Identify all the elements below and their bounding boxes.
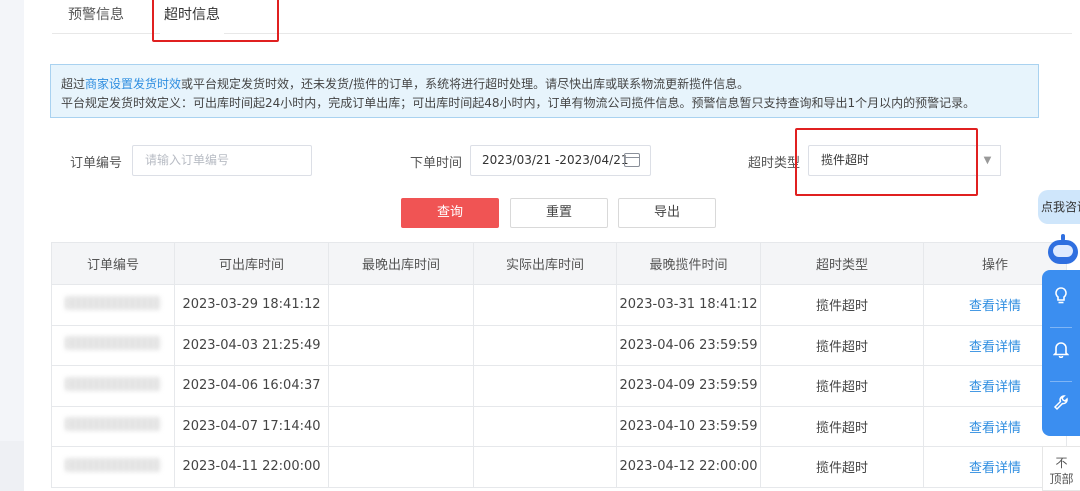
bell-icon[interactable] <box>1042 328 1080 378</box>
timeout-type-cell: 揽件超时 <box>760 405 924 447</box>
calendar-icon[interactable] <box>624 153 640 167</box>
latest-pickup-time-cell: 2023-04-06 23:59:59 <box>616 324 761 366</box>
order-no-cell <box>51 405 175 447</box>
table-row: 2023-04-03 21:25:49 2023-04-06 23:59:59 … <box>51 324 1067 366</box>
col-order-no: 订单编号 <box>51 242 175 285</box>
order-no-cell <box>51 365 175 407</box>
col-latest-pickup-time: 最晚揽件时间 <box>616 242 761 285</box>
shipping-timeliness-link[interactable]: 商家设置发货时效 <box>85 77 181 91</box>
timeout-type-select[interactable]: 揽件超时 <box>808 145 976 176</box>
available-time-cell: 2023-04-03 21:25:49 <box>174 324 329 366</box>
latest-out-time-cell <box>328 446 474 488</box>
tab-warning-info[interactable]: 预警信息 <box>68 0 124 34</box>
col-latest-out-time: 最晚出库时间 <box>328 242 474 285</box>
wrench-icon[interactable] <box>1042 382 1080 432</box>
export-button[interactable]: 导出 <box>618 198 716 228</box>
latest-out-time-cell <box>328 405 474 447</box>
timeout-type-cell: 揽件超时 <box>760 365 924 407</box>
order-no-cell <box>51 446 175 488</box>
back-to-top-button[interactable]: 不 顶部 <box>1042 446 1080 491</box>
timeout-type-label: 超时类型 <box>748 156 801 171</box>
reset-button[interactable]: 重置 <box>510 198 608 228</box>
timeout-type-cell: 揽件超时 <box>760 446 924 488</box>
latest-pickup-time-cell: 2023-04-10 23:59:59 <box>616 405 761 447</box>
tab-timeout-info[interactable]: 超时信息 <box>160 0 224 34</box>
timeout-orders-table: 订单编号 可出库时间 最晚出库时间 实际出库时间 最晚揽件时间 超时类型 操作 … <box>51 242 1067 488</box>
available-time-cell: 2023-04-07 17:14:40 <box>174 405 329 447</box>
actual-out-time-cell <box>473 284 617 326</box>
robot-assistant-icon[interactable] <box>1046 234 1080 266</box>
latest-out-time-cell <box>328 324 474 366</box>
latest-pickup-time-cell: 2023-04-09 23:59:59 <box>616 365 761 407</box>
redacted-order-no <box>65 417 161 432</box>
order-no-cell <box>51 324 175 366</box>
redacted-order-no <box>65 336 161 351</box>
order-no-label: 订单编号 <box>70 156 123 171</box>
chevron-down-icon[interactable]: ▼ <box>975 145 1001 176</box>
col-actual-out-time: 实际出库时间 <box>473 242 617 285</box>
redacted-order-no <box>65 295 161 310</box>
timeout-type-cell: 揽件超时 <box>760 284 924 326</box>
actual-out-time-cell <box>473 405 617 447</box>
redacted-order-no <box>65 457 161 472</box>
notice-line-1: 超过商家设置发货时效或平台规定发货时效，还未发货/揽件的订单，系统将进行超时处理… <box>61 75 1038 94</box>
available-time-cell: 2023-04-06 16:04:37 <box>174 365 329 407</box>
table-row: 2023-04-11 22:00:00 2023-04-12 22:00:00 … <box>51 446 1067 488</box>
tab-bar: 预警信息 超时信息 <box>52 0 1072 34</box>
col-available-time: 可出库时间 <box>174 242 329 285</box>
notice-line-2: 平台规定发货时效定义：可出库时间起24小时内，完成订单出库；可出库时间起48小时… <box>61 96 976 110</box>
latest-out-time-cell <box>328 365 474 407</box>
table-row: 2023-03-29 18:41:12 2023-03-31 18:41:12 … <box>51 284 1067 326</box>
actual-out-time-cell <box>473 365 617 407</box>
order-no-input[interactable]: 请输入订单编号 <box>132 145 312 176</box>
available-time-cell: 2023-04-11 22:00:00 <box>174 446 329 488</box>
robot-face <box>1053 245 1073 257</box>
side-tool-bar <box>1042 270 1080 436</box>
notice-banner: 超过商家设置发货时效或平台规定发货时效，还未发货/揽件的订单，系统将进行超时处理… <box>50 64 1039 118</box>
table-row: 2023-04-06 16:04:37 2023-04-09 23:59:59 … <box>51 365 1067 407</box>
back-to-top-label: 顶部 <box>1049 472 1074 486</box>
available-time-cell: 2023-03-29 18:41:12 <box>174 284 329 326</box>
order-time-range-picker[interactable]: 2023/03/21 -2023/04/21 <box>470 145 651 176</box>
chat-consult-bubble[interactable]: 点我咨询 <box>1038 190 1080 224</box>
table-header-row: 订单编号 可出库时间 最晚出库时间 实际出库时间 最晚揽件时间 超时类型 操作 <box>51 242 1067 285</box>
latest-pickup-time-cell: 2023-03-31 18:41:12 <box>616 284 761 326</box>
timeout-type-cell: 揽件超时 <box>760 324 924 366</box>
order-time-value: 2023/03/21 -2023/04/21 <box>482 153 629 167</box>
latest-out-time-cell <box>328 284 474 326</box>
back-to-top-glyph: 不 <box>1055 456 1068 470</box>
order-time-label: 下单时间 <box>410 156 463 171</box>
redacted-order-no <box>65 376 161 391</box>
lightbulb-icon[interactable] <box>1042 275 1080 325</box>
left-sidebar-bottom <box>0 441 24 491</box>
actual-out-time-cell <box>473 324 617 366</box>
query-button[interactable]: 查询 <box>401 198 499 228</box>
notice-prefix: 超过 <box>61 77 86 91</box>
order-no-cell <box>51 284 175 326</box>
left-sidebar-strip <box>0 0 24 491</box>
actual-out-time-cell <box>473 446 617 488</box>
table-row: 2023-04-07 17:14:40 2023-04-10 23:59:59 … <box>51 405 1067 447</box>
notice-suffix: 或平台规定发货时效，还未发货/揽件的订单，系统将进行超时处理。请尽快出库或联系物… <box>181 77 750 91</box>
col-timeout-type: 超时类型 <box>760 242 924 285</box>
latest-pickup-time-cell: 2023-04-12 22:00:00 <box>616 446 761 488</box>
